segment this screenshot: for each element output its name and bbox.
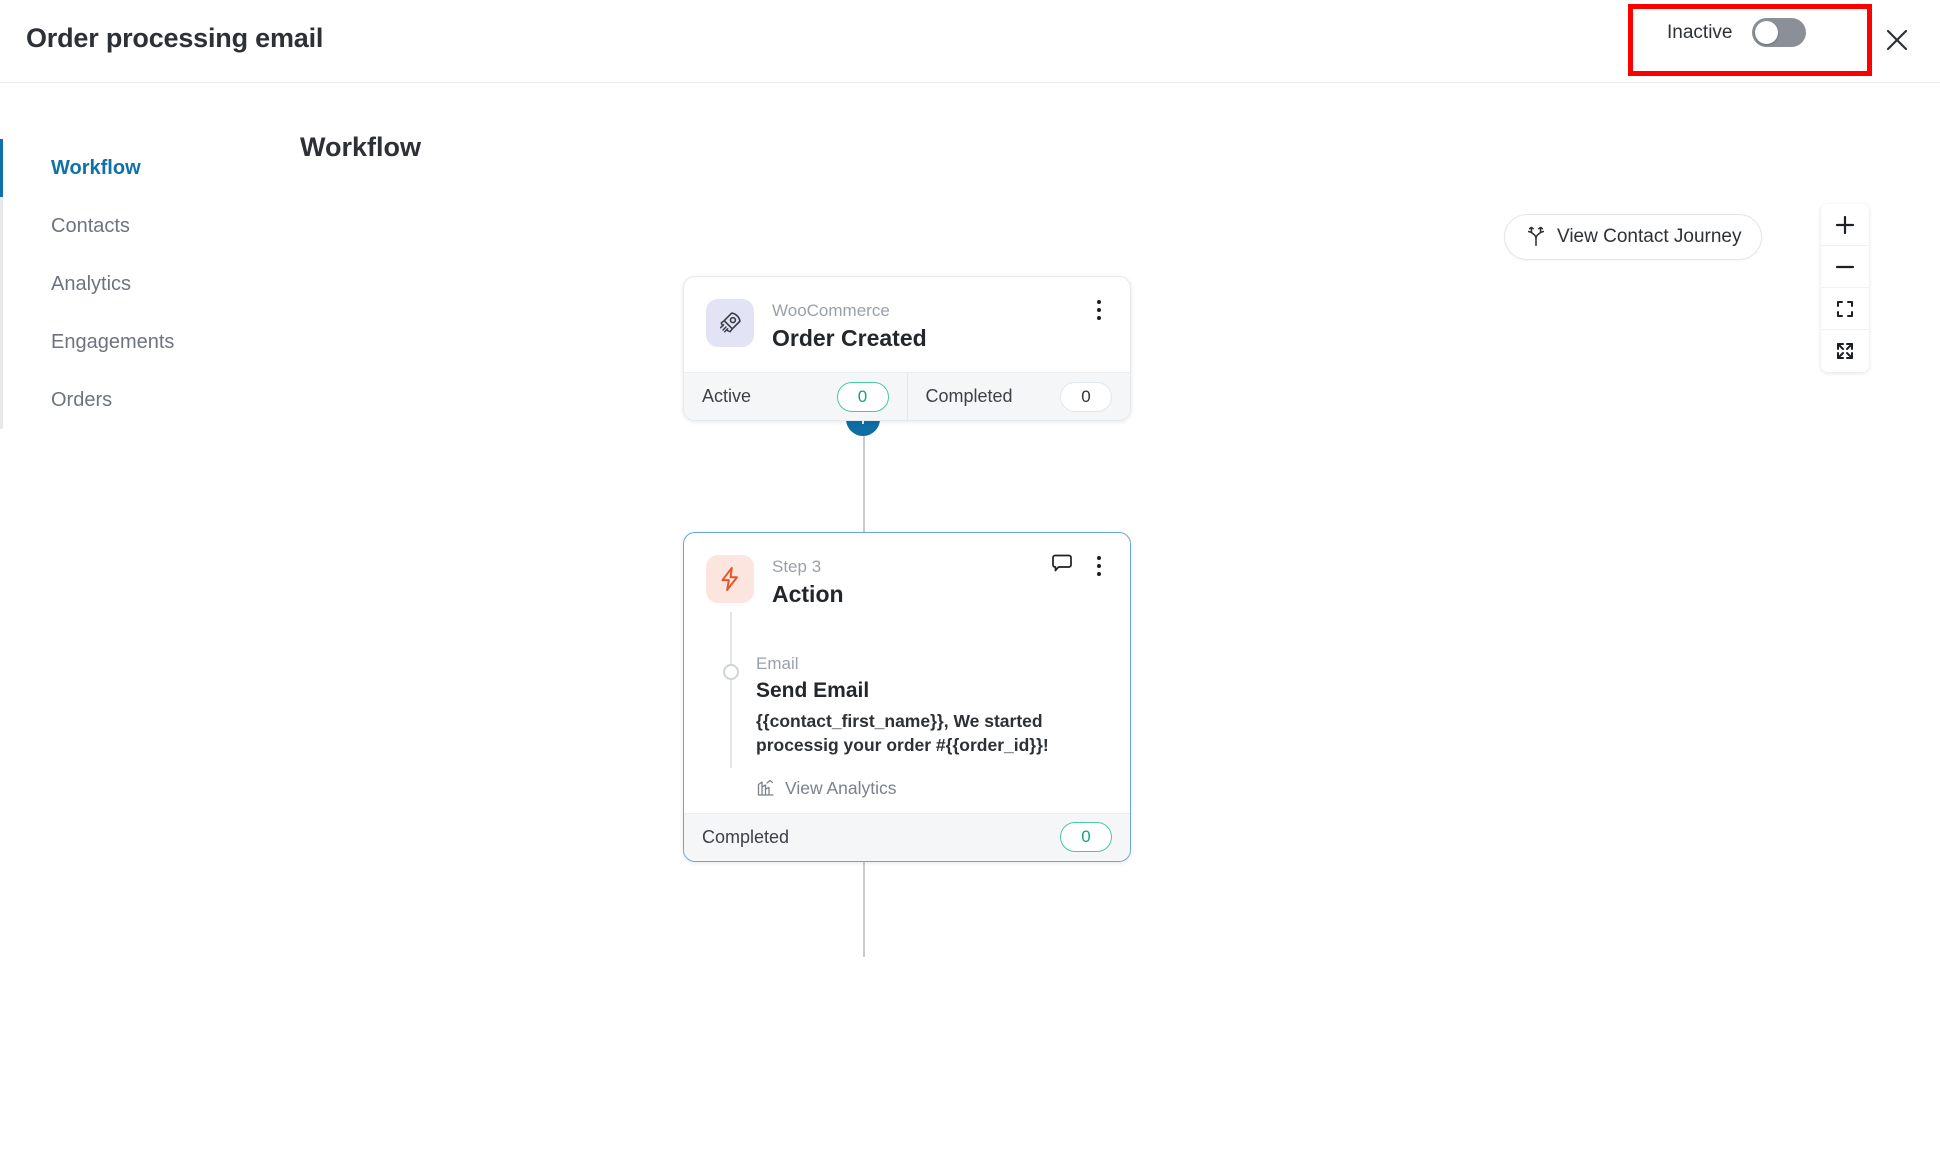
action-card-footer: Completed 0 [684, 812, 1130, 861]
trigger-stat-completed: Completed 0 [906, 373, 1131, 421]
action-stat-completed: Completed 0 [684, 814, 1130, 861]
status-label: Inactive [1667, 21, 1733, 43]
analytics-link-label: View Analytics [785, 777, 897, 798]
toggle-knob [1755, 21, 1779, 44]
kebab-dot [1097, 300, 1101, 304]
stat-value-badge: 0 [1060, 822, 1112, 853]
stat-value-badge: 0 [1060, 381, 1112, 412]
action-inner-handle[interactable] [723, 664, 739, 681]
sidebar-item-engagements[interactable]: Engagements [0, 313, 290, 371]
stat-label: Active [702, 386, 752, 407]
stat-label: Completed [925, 386, 1013, 407]
sidebar-item-label: Contacts [51, 214, 130, 237]
sidebar-item-contacts[interactable]: Contacts [0, 197, 290, 255]
sidebar-item-workflow[interactable]: Workflow [0, 139, 290, 197]
action-detail-body: {{contact_first_name}}, We started proce… [756, 711, 1049, 756]
trigger-card-footer: Active 0 Completed 0 [684, 372, 1131, 421]
comment-glyph [1052, 554, 1072, 572]
kebab-dot [1097, 564, 1101, 568]
action-detail[interactable]: Email Send Email {{contact_first_name}},… [756, 628, 1110, 798]
kebab-dot [1097, 556, 1101, 560]
sidebar-item-label: Analytics [51, 272, 132, 295]
rocket-glyph [719, 312, 741, 333]
trigger-subtitle: WooCommerce [772, 301, 890, 320]
window-title: Order processing email [26, 23, 324, 53]
view-analytics-link[interactable]: View Analytics [756, 778, 1110, 799]
comment-bubble-icon[interactable] [1050, 553, 1074, 580]
action-card-header: Step 3 Action [684, 533, 1130, 628]
trigger-title: Order Created [772, 325, 927, 352]
action-card-body: Email Send Email {{contact_first_name}},… [684, 612, 1130, 812]
sidebar-item-label: Engagements [51, 330, 175, 353]
kebab-dot [1097, 308, 1101, 312]
action-title: Action [772, 581, 844, 608]
action-detail-label: Email [756, 654, 799, 674]
sidebar-item-orders[interactable]: Orders [0, 371, 290, 429]
action-kebab-menu-icon[interactable] [1088, 553, 1110, 579]
action-inner-connector [730, 612, 732, 769]
trigger-kebab-menu-icon[interactable] [1088, 297, 1110, 323]
activation-toggle[interactable] [1752, 18, 1807, 47]
trigger-node-card[interactable]: WooCommerce Order Created Active 0 Compl… [683, 276, 1131, 422]
kebab-dot [1097, 316, 1101, 320]
stat-value-badge: 0 [836, 381, 889, 412]
lightning-icon [706, 555, 754, 603]
trigger-stat-active: Active 0 [684, 373, 907, 420]
trigger-card-header: WooCommerce Order Created [684, 277, 1130, 372]
action-detail-title: Send Email [756, 679, 870, 703]
sidebar-item-label: Orders [51, 388, 113, 411]
action-card-text: Step 3 Action [772, 555, 844, 608]
stat-label: Completed [702, 826, 790, 847]
lightning-glyph [721, 566, 738, 592]
close-icon[interactable] [1877, 20, 1917, 60]
action-subtitle: Step 3 [772, 557, 822, 576]
sidebar: Workflow Contacts Analytics Engagements … [0, 84, 290, 1173]
chart-icon [757, 780, 774, 796]
action-node-card[interactable]: Step 3 Action Email Send Email {{contact… [683, 532, 1131, 862]
kebab-dot [1097, 572, 1101, 576]
trigger-card-text: WooCommerce Order Created [772, 299, 927, 352]
sidebar-item-analytics[interactable]: Analytics [0, 255, 290, 313]
activation-status-control[interactable]: Inactive [1667, 18, 1807, 47]
close-glyph [1886, 29, 1908, 51]
sidebar-item-label: Workflow [51, 156, 141, 179]
rocket-icon [706, 299, 754, 347]
workflow-canvas[interactable]: Workflow View Contact Journey WooCommerc… [290, 84, 1940, 1173]
